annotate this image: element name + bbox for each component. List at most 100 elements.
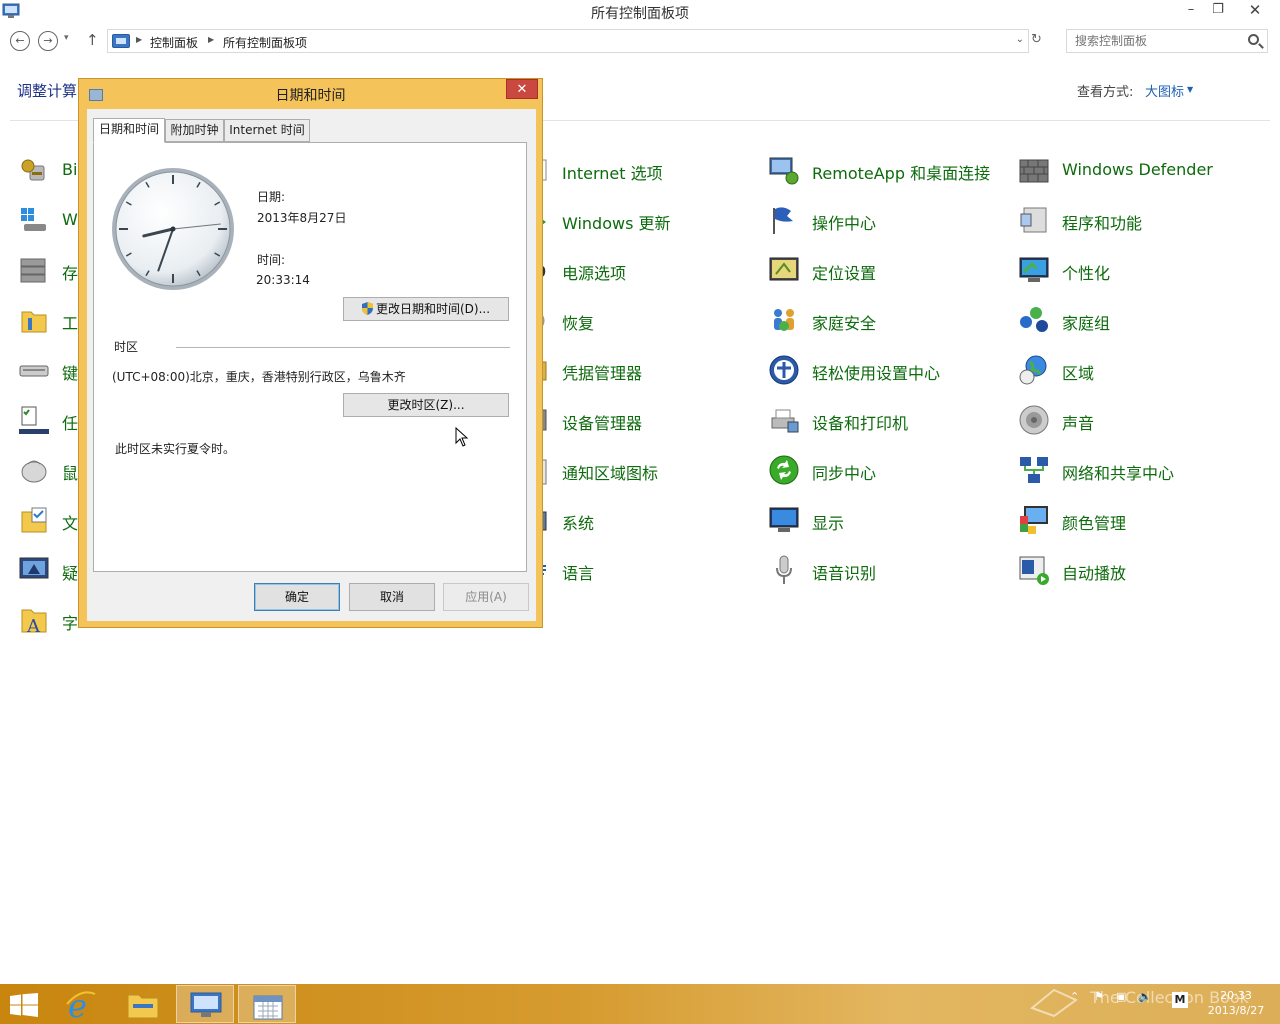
taskbar-internet-explorer[interactable]: e xyxy=(52,985,110,1023)
cp-item-windows-defender[interactable]: Windows Defender xyxy=(1018,152,1258,188)
up-button[interactable]: ↑ xyxy=(86,31,99,49)
family-safety-icon xyxy=(774,309,794,331)
cp-item-color-management[interactable]: 颜色管理 xyxy=(1018,502,1258,538)
cp-item-folder-options[interactable]: 文 xyxy=(18,502,78,538)
cp-item-device-manager[interactable]: 设备管理器 xyxy=(518,402,738,438)
apply-button[interactable]: 应用(A) xyxy=(443,583,529,611)
tray-ime-indicator[interactable]: M xyxy=(1172,992,1188,1008)
chevron-right-icon[interactable]: ▶ xyxy=(136,35,142,44)
cp-item-power-options[interactable]: 电源选项 xyxy=(518,252,738,288)
cp-item-recovery[interactable]: 恢复 xyxy=(518,302,738,338)
cp-item-display[interactable]: 显示 xyxy=(768,502,1008,538)
cp-item-system[interactable]: 系统 xyxy=(518,502,738,538)
cp-item-autoplay[interactable]: 自动播放 xyxy=(1018,552,1258,588)
cp-item-network-sharing[interactable]: 网络和共享中心 xyxy=(1018,452,1258,488)
search-icon[interactable] xyxy=(1248,34,1259,45)
recent-locations-dropdown[interactable]: ▾ xyxy=(64,33,69,43)
cp-item-label: 存 xyxy=(62,264,79,283)
tab-additional-clocks[interactable]: 附加时钟 xyxy=(165,119,224,142)
taskbar-control-panel[interactable] xyxy=(176,985,234,1023)
view-by-dropdown[interactable]: 大图标 xyxy=(1145,81,1184,100)
timezone-header: 时区 xyxy=(114,340,139,354)
change-timezone-button[interactable]: 更改时区(Z)... xyxy=(343,393,509,417)
forward-button[interactable]: → xyxy=(38,31,58,51)
tray-flag-icon[interactable]: ⚑ xyxy=(1094,990,1104,1003)
cp-item-homegroup[interactable]: 家庭组 xyxy=(1018,302,1258,338)
brick-wall-icon xyxy=(1019,159,1049,183)
cp-item-storage-spaces[interactable]: 存 xyxy=(18,252,78,288)
close-window-button[interactable]: ✕ xyxy=(1232,0,1278,22)
tab-date-time[interactable]: 日期和时间 xyxy=(93,118,165,143)
taskbar-file-explorer[interactable] xyxy=(114,985,172,1023)
internet-explorer-icon: e xyxy=(66,990,96,1020)
cp-item-label: Windows Defender xyxy=(1062,160,1213,179)
refresh-button[interactable]: ↻ xyxy=(1031,32,1042,47)
cp-item-bitlocker[interactable]: Bi xyxy=(18,152,78,188)
cp-item-label: 文 xyxy=(62,514,79,533)
cancel-button[interactable]: 取消 xyxy=(349,583,435,611)
search-input[interactable] xyxy=(1075,34,1245,48)
tray-show-hidden-icon[interactable]: ⌃ xyxy=(1070,990,1079,1003)
dialog-title: 日期和时间 xyxy=(275,88,346,104)
tab-internet-time[interactable]: Internet 时间 xyxy=(224,119,310,142)
chevron-right-icon[interactable]: ▶ xyxy=(208,35,214,44)
cp-item-action-center[interactable]: 操作中心 xyxy=(768,202,1008,238)
cp-item-windows-update[interactable]: Windows 更新 xyxy=(518,202,738,238)
cp-item-windows-to-go[interactable]: W xyxy=(18,202,78,238)
cp-item-ease-of-access[interactable]: 轻松使用设置中心 xyxy=(768,352,1008,388)
minimize-button[interactable]: – xyxy=(1178,0,1204,22)
cp-item-label: 鼠 xyxy=(62,464,79,483)
breadcrumb-all-items[interactable]: 所有控制面板项 xyxy=(223,34,307,51)
cp-item-label: 键 xyxy=(62,364,79,383)
cp-item-language[interactable]: 语言 xyxy=(518,552,738,588)
windows-start-icon[interactable] xyxy=(10,993,38,1017)
cp-item-region[interactable]: 区域 xyxy=(1018,352,1258,388)
cp-item-internet-options[interactable]: Internet 选项 xyxy=(518,152,738,188)
cp-item-notification-icons[interactable]: 通知区域图标 xyxy=(518,452,738,488)
cp-item-personalization[interactable]: 个性化 xyxy=(1018,252,1258,288)
tray-volume-icon[interactable]: 🔈 xyxy=(1138,990,1152,1003)
timezone-value: (UTC+08:00)北京，重庆，香港特别行政区，乌鲁木齐 xyxy=(112,370,406,384)
cp-item-label: 恢复 xyxy=(562,314,595,333)
cp-item-label: 个性化 xyxy=(1062,264,1111,283)
tray-network-icon[interactable]: ▣ xyxy=(1116,990,1126,1003)
dialog-close-button[interactable]: ✕ xyxy=(506,79,538,99)
cp-item-sound[interactable]: 声音 xyxy=(1018,402,1258,438)
back-button[interactable]: ← xyxy=(10,31,30,51)
cp-item-label: 区域 xyxy=(1062,364,1095,383)
calendar-icon xyxy=(253,995,283,1020)
cp-item-sync-center[interactable]: 同步中心 xyxy=(768,452,1008,488)
address-bar[interactable]: ▶ 控制面板 ▶ 所有控制面板项 ⌄ xyxy=(107,29,1029,53)
cp-item-label: 颜色管理 xyxy=(1062,514,1127,533)
cp-item-programs-features[interactable]: 程序和功能 xyxy=(1018,202,1258,238)
breadcrumb-control-panel[interactable]: 控制面板 xyxy=(150,34,198,51)
tray-clock[interactable]: 20:33 2013/8/27 xyxy=(1205,988,1267,1018)
cp-item-mouse[interactable]: 鼠 xyxy=(18,452,78,488)
window-title: 所有控制面板项 xyxy=(591,6,689,22)
dialog-body: 日期和时间 附加时钟 Internet 时间 日期: 2013年8月27日 时间… xyxy=(87,109,536,621)
cp-item-admin-tools[interactable]: 工 xyxy=(18,302,78,338)
cp-item-speech-recognition[interactable]: 语音识别 xyxy=(768,552,1008,588)
cp-item-location-settings[interactable]: 定位设置 xyxy=(768,252,1008,288)
sync-icon xyxy=(769,455,799,485)
taskbar-date-time[interactable] xyxy=(238,985,296,1023)
cp-item-troubleshooting[interactable]: 疑 xyxy=(18,552,78,588)
caret-down-icon[interactable]: ▼ xyxy=(1187,85,1193,94)
cp-item-taskbar[interactable]: 任 xyxy=(18,402,78,438)
cp-item-label: 操作中心 xyxy=(812,214,877,233)
cp-item-fonts[interactable]: A 字 xyxy=(18,602,78,638)
cp-item-devices-printers[interactable]: 设备和打印机 xyxy=(768,402,1008,438)
fonts-folder-icon: A xyxy=(21,609,47,636)
cp-item-credential-manager[interactable]: 凭据管理器 xyxy=(518,352,738,388)
cp-item-label: 凭据管理器 xyxy=(562,364,643,383)
change-date-time-button[interactable]: 更改日期和时间(D)... xyxy=(343,297,509,321)
cp-item-label: Bi xyxy=(62,160,78,179)
cp-item-remoteapp[interactable]: RemoteApp 和桌面连接 xyxy=(768,152,1008,188)
cp-item-keyboard[interactable]: 键 xyxy=(18,352,78,388)
dst-note: 此时区未实行夏令时。 xyxy=(115,442,236,456)
cp-item-family-safety[interactable]: 家庭安全 xyxy=(768,302,1008,338)
restore-button[interactable]: ❐ xyxy=(1205,0,1231,22)
ok-button[interactable]: 确定 xyxy=(254,583,340,611)
address-dropdown-icon[interactable]: ⌄ xyxy=(1016,34,1024,45)
search-box[interactable] xyxy=(1066,29,1268,53)
